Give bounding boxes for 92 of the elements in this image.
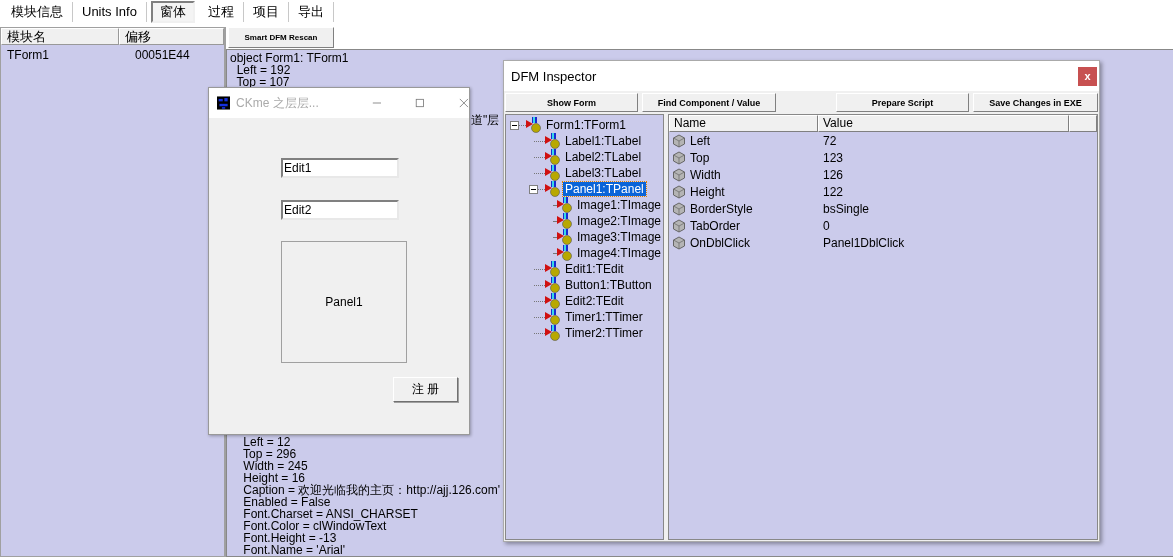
close-button[interactable]: x <box>1078 66 1097 86</box>
property-value: bsSingle <box>822 201 870 216</box>
code-line: Top = 296 <box>242 448 297 460</box>
tab[interactable]: 导出 <box>288 2 334 22</box>
table-cell-text: TForm1 <box>6 48 50 62</box>
toolbar-button[interactable]: Prepare Script <box>836 93 969 112</box>
column-header[interactable]: 偏移 <box>119 28 224 45</box>
property-icon <box>672 150 686 165</box>
tree-item[interactable]: Label1:TLabel <box>563 134 644 148</box>
window-title: DFM Inspector <box>511 68 597 84</box>
tree-item[interactable]: Image3:TImage <box>574 230 663 244</box>
code-line-fragment: 道"层 <box>471 114 500 126</box>
table-cell-text: 00051E44 <box>134 48 191 62</box>
toolbar-button[interactable]: Show Form <box>505 93 638 112</box>
property-icon <box>672 201 686 216</box>
property-name: Top <box>690 150 710 165</box>
component-icon <box>545 277 561 293</box>
tab[interactable]: 窗体 <box>150 1 195 23</box>
code-line: Caption = 欢迎光临我的主页：http://ajj.126.com' <box>242 484 501 496</box>
window-title: CKme 之层层... <box>236 94 320 112</box>
property-value: Panel1DblClick <box>822 235 905 250</box>
tree-item[interactable]: Timer1:TTimer <box>563 310 645 324</box>
property-name: Width <box>690 167 721 182</box>
tree-item[interactable]: Label3:TLabel <box>563 166 644 180</box>
tree-item[interactable]: Panel1:TPanel <box>563 182 646 196</box>
code-line: Font.Color = clWindowText <box>242 520 387 532</box>
property-name: BorderStyle <box>690 201 753 216</box>
property-icon <box>672 167 686 182</box>
code-line: Enabled = False <box>242 496 331 508</box>
register-button[interactable]: 注 册 <box>393 377 458 402</box>
code-line: Width = 245 <box>242 460 308 472</box>
tree-item[interactable]: Image2:TImage <box>574 214 663 228</box>
tree-item[interactable]: Form1:TForm1 <box>544 118 628 132</box>
code-line: Font.Name = 'Arial' <box>242 544 345 556</box>
code-line: Top = 107 <box>235 76 290 88</box>
close-icon[interactable] <box>459 97 469 109</box>
property-icon <box>672 184 686 199</box>
component-icon <box>545 309 561 325</box>
tree-item[interactable]: Image1:TImage <box>574 198 663 212</box>
component-icon <box>545 165 561 181</box>
property-name: Left <box>690 133 710 148</box>
tree-item[interactable]: Label2:TLabel <box>563 150 644 164</box>
tree-item[interactable]: Image4:TImage <box>574 246 663 260</box>
tab[interactable]: Units Info <box>73 2 147 22</box>
collapse-toggle-icon[interactable] <box>529 184 538 194</box>
toolbar-button[interactable]: Find Component / Value <box>642 93 776 112</box>
toolbar-button[interactable]: Save Changes in EXE <box>973 93 1098 112</box>
property-value: 126 <box>822 167 844 182</box>
code-line: Font.Charset = ANSI_CHARSET <box>242 508 418 520</box>
code-line: object Form1: TForm1 <box>230 52 349 64</box>
component-icon <box>526 117 542 133</box>
property-value: 122 <box>822 184 844 199</box>
component-icon <box>545 181 561 197</box>
code-line: Height = 16 <box>242 472 306 484</box>
tree-item[interactable]: Button1:TButton <box>563 278 654 292</box>
component-icon <box>556 197 573 213</box>
property-icon <box>672 235 686 250</box>
component-icon <box>545 133 561 149</box>
input-field[interactable]: Edit2 <box>281 200 399 220</box>
column-header[interactable]: 模块名 <box>1 28 119 45</box>
panel-caption: Panel1 <box>325 295 363 309</box>
rescan-button[interactable]: Smart DFM Rescan <box>228 27 334 48</box>
tab[interactable]: 项目 <box>243 2 289 22</box>
input-field[interactable]: Edit1 <box>281 158 399 178</box>
component-icon <box>545 293 561 309</box>
property-value: 123 <box>822 150 844 165</box>
component-icon <box>545 325 561 341</box>
column-header[interactable]: Name <box>669 115 818 132</box>
component-icon <box>556 229 573 245</box>
tab[interactable]: 模块信息 <box>2 2 73 22</box>
code-line: Font.Height = -13 <box>242 532 337 544</box>
tree-item[interactable]: Timer2:TTimer <box>563 326 645 340</box>
property-name: Height <box>690 184 725 199</box>
code-line: Left = 12 <box>242 436 291 448</box>
property-value: 72 <box>822 133 837 148</box>
component-icon <box>545 261 561 277</box>
app-icon <box>217 95 231 111</box>
code-line: Left = 192 <box>236 64 291 76</box>
property-name: OnDblClick <box>690 235 750 250</box>
property-icon <box>672 218 686 233</box>
tree-item[interactable]: Edit2:TEdit <box>563 294 626 308</box>
property-value: 0 <box>822 218 830 233</box>
maximize-icon[interactable] <box>415 97 426 109</box>
property-icon <box>672 133 686 148</box>
component-icon <box>556 245 573 261</box>
tab[interactable]: 过程 <box>198 2 244 22</box>
column-header[interactable]: Value <box>818 115 1069 132</box>
property-name: TabOrder <box>690 218 741 233</box>
component-icon <box>556 213 573 229</box>
tree-item[interactable]: Edit1:TEdit <box>563 262 626 276</box>
component-icon <box>545 149 561 165</box>
collapse-toggle-icon[interactable] <box>510 120 519 130</box>
